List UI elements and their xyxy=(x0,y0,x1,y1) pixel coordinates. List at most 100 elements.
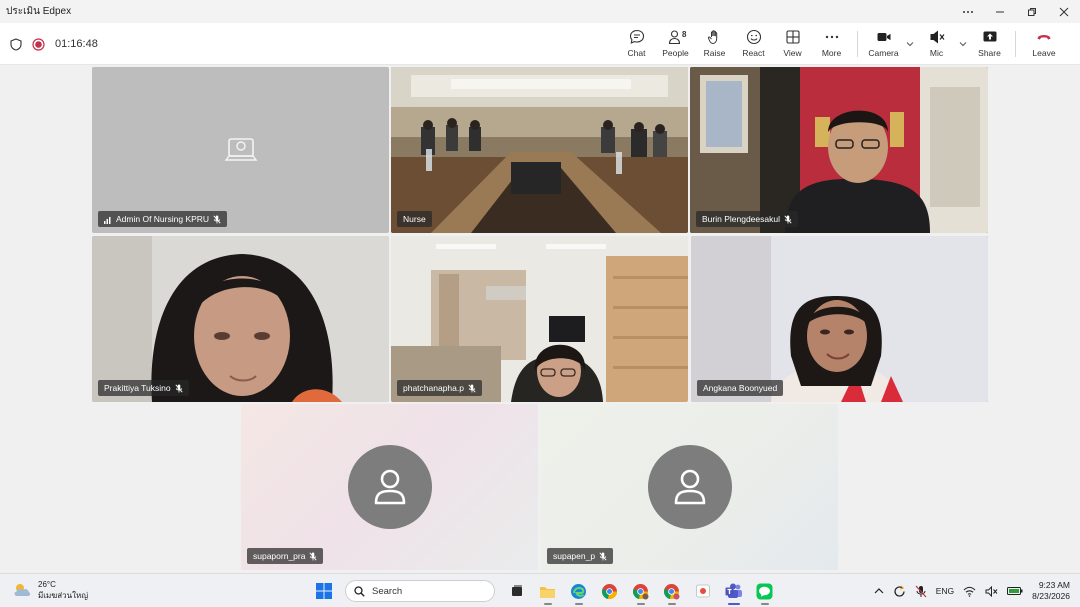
weather-description: มีเมฆส่วนใหญ่ xyxy=(38,591,89,600)
photos-button[interactable] xyxy=(689,578,716,605)
recording-icon xyxy=(32,37,45,51)
chrome-profile-button[interactable] xyxy=(658,578,685,605)
react-button[interactable]: React xyxy=(734,27,773,61)
taskbar: 26°C มีเมฆส่วนใหญ่ Search ENG 9:23 AM 8/… xyxy=(0,573,1080,607)
share-button[interactable]: Share xyxy=(970,27,1009,61)
restore-button[interactable] xyxy=(1016,0,1048,23)
mic-muted-icon xyxy=(599,552,607,560)
window-controls xyxy=(952,0,1080,23)
person-icon xyxy=(374,469,406,505)
system-clock[interactable]: 9:23 AM 8/23/2026 xyxy=(1032,580,1070,602)
avatar xyxy=(348,445,432,529)
participant-name: Burin Plengdeesakul xyxy=(702,214,780,224)
weather-widget[interactable]: 26°C มีเมฆส่วนใหญ่ xyxy=(12,579,88,601)
line-button[interactable] xyxy=(751,578,778,605)
participant-name-tag: Angkana Boonyued xyxy=(697,380,784,396)
more-options-button[interactable] xyxy=(952,0,984,23)
search-icon xyxy=(354,585,365,597)
participant-name: phatchanapha.p xyxy=(403,383,464,393)
clock-date: 8/23/2026 xyxy=(1032,591,1070,601)
participant-tile[interactable]: supapen_p xyxy=(541,404,838,570)
line-icon xyxy=(756,583,773,599)
folder-icon xyxy=(540,586,555,598)
edge-button[interactable] xyxy=(565,578,592,605)
running-indicator xyxy=(667,602,676,605)
chrome-profile-icon xyxy=(633,583,649,599)
clock-time: 9:23 AM xyxy=(1038,580,1070,590)
minimize-button[interactable] xyxy=(984,0,1016,23)
mic-muted-icon xyxy=(309,552,318,560)
share-screen-icon xyxy=(983,31,996,42)
participant-tile[interactable]: Burin Plengdeesakul xyxy=(690,67,988,233)
taskbar-search-input[interactable]: Search xyxy=(345,580,495,602)
speaker-muted-icon[interactable] xyxy=(985,585,998,597)
toolbar-divider xyxy=(857,31,858,57)
more-label: More xyxy=(821,48,842,58)
input-language[interactable]: ENG xyxy=(936,586,954,596)
meeting-status: 01:16:48 xyxy=(10,23,98,65)
wifi-icon[interactable] xyxy=(963,586,976,597)
teams-button[interactable] xyxy=(720,578,747,605)
sync-icon[interactable] xyxy=(893,585,906,598)
search-label: Search xyxy=(372,585,403,597)
battery-icon[interactable] xyxy=(1007,586,1023,596)
chevron-down-icon xyxy=(906,42,914,47)
camera-button[interactable]: Camera xyxy=(864,27,903,61)
participant-name: Admin Of Nursing KPRU xyxy=(116,214,210,224)
participant-name-tag: Burin Plengdeesakul xyxy=(696,211,798,227)
toolbar-actions: Chat 8 People Raise React View More Came… xyxy=(617,27,1066,63)
share-label: Share xyxy=(978,48,1001,58)
leave-button[interactable]: Leave xyxy=(1022,27,1066,61)
close-icon xyxy=(1059,7,1069,16)
participant-tile[interactable]: Admin Of Nursing KPRU xyxy=(92,67,389,233)
view-button[interactable]: View xyxy=(773,27,812,61)
windows-start-icon xyxy=(315,583,332,599)
chevron-up-icon[interactable] xyxy=(874,587,884,595)
participant-tile[interactable]: Prakittiya Tuksino xyxy=(92,236,389,402)
mic-muted-icon xyxy=(784,215,792,223)
title-bar: ประเมิน Edpex xyxy=(0,0,1080,23)
chat-icon xyxy=(629,29,644,44)
mic-button[interactable]: Mic xyxy=(917,27,956,61)
cloudy-weather-icon xyxy=(14,584,31,596)
window-title: ประเมิน Edpex xyxy=(6,6,72,17)
task-view-icon xyxy=(511,585,522,596)
close-button[interactable] xyxy=(1048,0,1080,23)
restore-icon xyxy=(1028,7,1036,16)
more-button[interactable]: More xyxy=(812,27,851,61)
start-button[interactable] xyxy=(310,578,337,605)
person-icon xyxy=(674,469,706,505)
people-button[interactable]: 8 People xyxy=(656,27,695,61)
chrome-button[interactable] xyxy=(596,578,623,605)
room-system-icon xyxy=(224,138,258,161)
mic-muted-icon xyxy=(468,384,476,392)
mic-muted-icon xyxy=(930,30,944,44)
participant-name-tag: supapen_p xyxy=(547,548,614,564)
chat-button[interactable]: Chat xyxy=(617,27,656,61)
task-view-button[interactable] xyxy=(503,578,530,605)
participant-name: Prakittiya Tuksino xyxy=(104,383,171,393)
chevron-down-icon xyxy=(959,42,967,47)
participant-tile[interactable]: supaporn_pra xyxy=(241,404,538,570)
meeting-timer: 01:16:48 xyxy=(55,38,98,50)
leave-label: Leave xyxy=(1032,48,1056,58)
shield-icon[interactable] xyxy=(10,37,22,51)
file-explorer-button[interactable] xyxy=(534,578,561,605)
mic-muted-icon[interactable] xyxy=(915,585,927,598)
participant-name-tag: supaporn_pra xyxy=(247,548,324,564)
participant-tile-active-speaker[interactable]: Angkana Boonyued xyxy=(691,236,988,402)
video-feed xyxy=(391,67,688,233)
participant-name: supapen_p xyxy=(553,551,596,561)
raise-hand-button[interactable]: Raise xyxy=(695,27,734,61)
participant-tile[interactable]: phatchanapha.p xyxy=(391,236,688,402)
mic-label: Mic xyxy=(929,48,944,58)
participant-tile[interactable]: Nurse xyxy=(391,67,688,233)
edge-icon xyxy=(571,583,586,599)
running-indicator xyxy=(760,602,769,605)
camera-options-dropdown[interactable] xyxy=(903,27,917,61)
mic-muted-icon xyxy=(175,384,183,392)
toolbar-divider xyxy=(1015,31,1016,57)
chrome-profile-button[interactable] xyxy=(627,578,654,605)
mic-options-dropdown[interactable] xyxy=(956,27,970,61)
video-feed xyxy=(391,236,688,402)
